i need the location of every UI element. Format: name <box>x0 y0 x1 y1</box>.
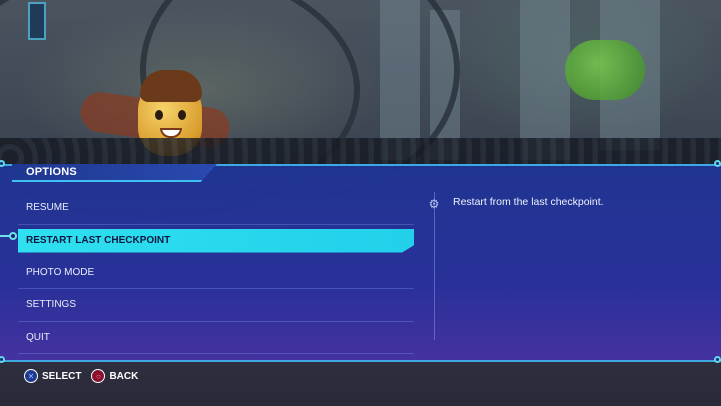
menu-item-restart-last-checkpoint[interactable]: RESTART LAST CHECKPOINT <box>18 228 414 253</box>
options-menu: RESUME RESTART LAST CHECKPOINT PHOTO MOD… <box>18 192 414 354</box>
panel-divider <box>434 192 435 340</box>
menu-item-quit[interactable]: QUIT <box>18 322 414 354</box>
options-title: OPTIONS <box>26 166 77 178</box>
panel-corner-dot <box>714 160 721 167</box>
menu-item-settings[interactable]: SETTINGS <box>18 289 414 322</box>
select-hint-label[interactable]: SELECT <box>42 371 81 382</box>
background-sign <box>28 2 46 40</box>
cross-button-icon: ✕ <box>24 369 38 383</box>
selection-pointer-dot <box>9 232 17 240</box>
back-hint-label[interactable]: BACK <box>109 371 138 382</box>
pause-screen: OPTIONS RESUME RESTART LAST CHECKPOINT P… <box>0 0 721 406</box>
gear-icon: ⚙ <box>428 197 440 211</box>
circle-button-icon: ○ <box>91 369 106 383</box>
balloon-eye <box>155 110 163 120</box>
green-balloon <box>565 40 645 100</box>
option-description: Restart from the last checkpoint. <box>453 196 604 208</box>
menu-item-photo-mode[interactable]: PHOTO MODE <box>18 257 414 289</box>
balloon-hair <box>140 70 202 102</box>
menu-item-resume[interactable]: RESUME <box>18 192 414 225</box>
panel-corner-dot <box>714 356 721 363</box>
background-tower <box>520 0 570 160</box>
balloon-eye <box>178 110 186 120</box>
controller-hints: ✕ SELECT ○ BACK <box>24 369 148 383</box>
